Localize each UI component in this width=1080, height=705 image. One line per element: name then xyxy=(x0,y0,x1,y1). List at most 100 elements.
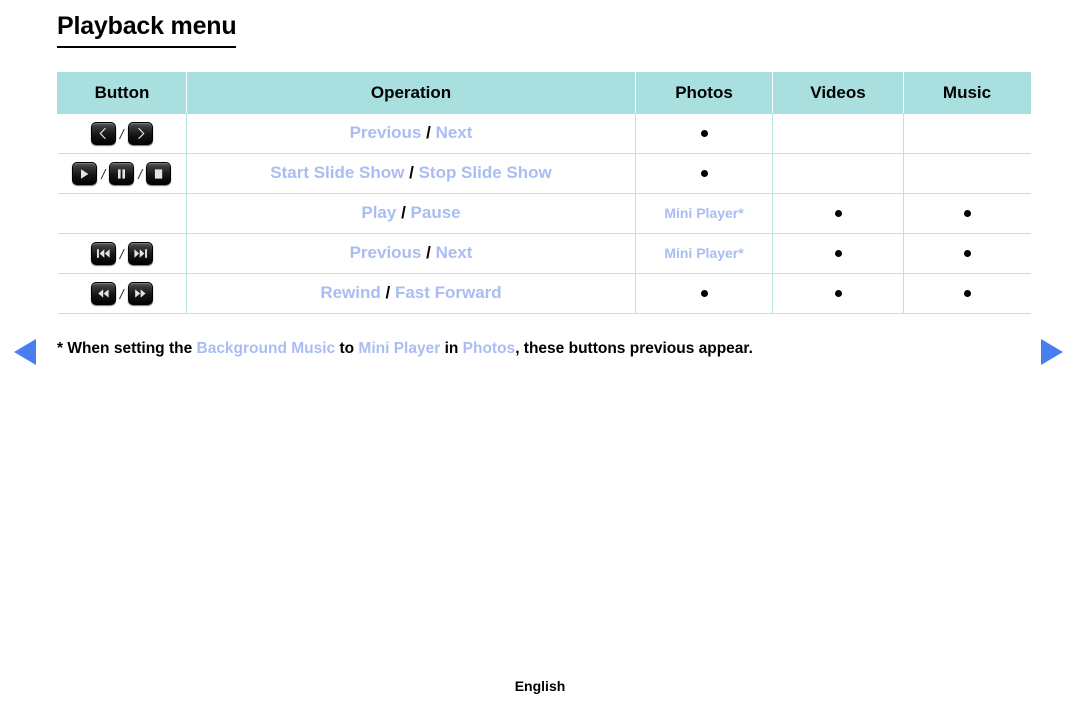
cell-button-1: / / xyxy=(57,153,187,194)
operation-separator: / xyxy=(396,203,406,223)
triangle-left-icon[interactable] xyxy=(14,339,36,365)
cell-music-4 xyxy=(903,273,1031,314)
footnote-plain: in xyxy=(440,340,463,357)
cell-videos-2 xyxy=(772,193,904,234)
operation-label: Start Slide Show / Stop Slide Show xyxy=(187,163,635,183)
operation-separator: / xyxy=(380,283,391,303)
operation-separator: / xyxy=(421,243,431,263)
remote-button-group: / / xyxy=(58,162,187,185)
operation-term: Rewind xyxy=(320,283,381,303)
cell-videos-3 xyxy=(772,233,904,274)
button-separator: / xyxy=(101,165,106,182)
page-title: Playback menu xyxy=(57,12,237,48)
cell-photos-2: Mini Player* xyxy=(635,193,773,234)
cell-operation-0: Previous / Next xyxy=(186,113,636,154)
supported-dot-icon xyxy=(963,289,971,297)
supported-dot-icon xyxy=(700,289,708,297)
button-separator: / xyxy=(138,165,143,182)
cell-photos-3: Mini Player* xyxy=(635,233,773,274)
operation-term: Stop Slide Show xyxy=(413,163,552,183)
cell-operation-1: Start Slide Show / Stop Slide Show xyxy=(186,153,636,194)
remote-button-group: / xyxy=(58,122,187,145)
supported-dot-icon xyxy=(834,289,842,297)
button-separator: / xyxy=(119,245,124,262)
operation-term: Next xyxy=(430,243,473,263)
cell-videos-1 xyxy=(772,153,904,194)
operation-term: Pause xyxy=(405,203,461,223)
operation-label: Play / Pause xyxy=(187,203,635,223)
supported-dot-icon xyxy=(963,209,971,217)
column-header-music: Music xyxy=(903,72,1031,114)
table-body: / Previous / Next / / Start Slide Show / Sto… xyxy=(57,113,1031,314)
play-icon[interactable] xyxy=(72,162,98,185)
remote-button-group: / xyxy=(58,242,187,265)
operation-label: Previous / Next xyxy=(187,123,635,143)
operation-separator: / xyxy=(421,123,431,143)
footnote-highlight: Mini Player xyxy=(358,340,441,357)
cell-videos-0 xyxy=(772,113,904,154)
mini-player-label: Mini Player* xyxy=(664,244,744,261)
operation-term: Start Slide Show xyxy=(270,163,405,183)
operation-label: Previous / Next xyxy=(187,243,635,263)
cell-operation-4: Rewind / Fast Forward xyxy=(186,273,636,314)
cell-button-3: / xyxy=(57,233,187,274)
mini-player-label: Mini Player* xyxy=(664,204,744,221)
column-header-operation: Operation xyxy=(186,72,636,114)
cell-button-0: / xyxy=(57,113,187,154)
supported-dot-icon xyxy=(834,209,842,217)
table-header: Button Operation Photos Videos Music xyxy=(57,72,1031,114)
operation-term: Previous xyxy=(349,123,422,143)
footnote-plain: * When setting the xyxy=(57,340,197,357)
table-row: / Rewind / Fast Forward xyxy=(57,273,1031,314)
table-row: / Previous / Next Mini Player* xyxy=(57,233,1031,274)
button-separator: / xyxy=(119,125,124,142)
supported-dot-icon xyxy=(700,169,708,177)
remote-button-group: / xyxy=(58,282,187,305)
cell-music-0 xyxy=(903,113,1031,154)
cell-music-3 xyxy=(903,233,1031,274)
operation-term: Fast Forward xyxy=(390,283,502,303)
cell-button-4: / xyxy=(57,273,187,314)
footnote-plain: , these buttons previous appear. xyxy=(515,340,753,357)
cell-photos-1 xyxy=(635,153,773,194)
chevron-right-icon[interactable] xyxy=(127,122,153,145)
column-header-photos: Photos xyxy=(635,72,773,114)
operation-label: Rewind / Fast Forward xyxy=(187,283,635,303)
cell-photos-0 xyxy=(635,113,773,154)
operation-term: Next xyxy=(430,123,473,143)
cell-music-1 xyxy=(903,153,1031,194)
fast-forward-icon[interactable] xyxy=(127,282,153,305)
footnote-highlight: Photos xyxy=(462,340,516,357)
playback-menu-table: Button Operation Photos Videos Music / Pr… xyxy=(57,72,1031,314)
rewind-icon[interactable] xyxy=(90,282,116,305)
operation-term: Play xyxy=(361,203,397,223)
cell-photos-4 xyxy=(635,273,773,314)
footnote-plain: to xyxy=(335,340,359,357)
stop-icon[interactable] xyxy=(146,162,172,185)
supported-dot-icon xyxy=(700,129,708,137)
chevron-left-icon[interactable] xyxy=(90,122,116,145)
table-row: / / Start Slide Show / Stop Slide Show xyxy=(57,153,1031,194)
footnote-highlight: Background Music xyxy=(196,340,336,357)
pause-icon[interactable] xyxy=(109,162,135,185)
cell-music-2 xyxy=(903,193,1031,234)
skip-previous-icon[interactable] xyxy=(90,242,116,265)
cell-operation-2: Play / Pause xyxy=(186,193,636,234)
operation-term: Previous xyxy=(349,243,422,263)
cell-videos-4 xyxy=(772,273,904,314)
operation-separator: / xyxy=(404,163,414,183)
supported-dot-icon xyxy=(963,249,971,257)
supported-dot-icon xyxy=(834,249,842,257)
skip-next-icon[interactable] xyxy=(127,242,153,265)
table-row: / Previous / Next xyxy=(57,113,1031,154)
triangle-right-icon[interactable] xyxy=(1041,339,1063,365)
table-header-row: Button Operation Photos Videos Music xyxy=(57,72,1031,114)
footnote-text: * When setting the Background Music to M… xyxy=(57,339,997,359)
button-separator: / xyxy=(119,285,124,302)
cell-operation-3: Previous / Next xyxy=(186,233,636,274)
table-row: Play / Pause Mini Player* xyxy=(57,193,1031,234)
footer-language-label: English xyxy=(514,678,566,694)
cell-button-2 xyxy=(57,193,187,234)
column-header-videos: Videos xyxy=(772,72,904,114)
column-header-button: Button xyxy=(57,72,187,114)
